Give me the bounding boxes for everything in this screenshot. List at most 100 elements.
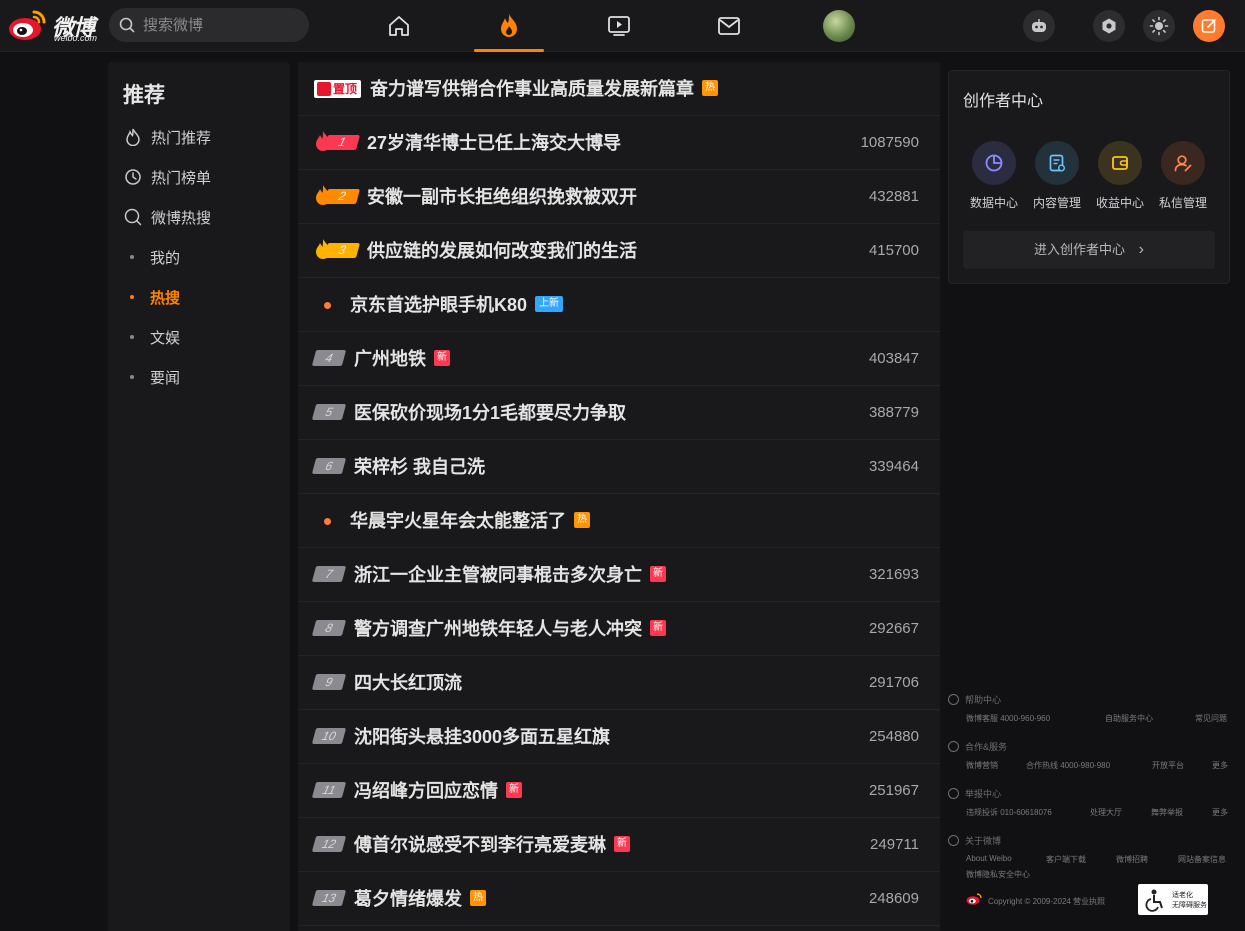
settings-button[interactable] xyxy=(1093,10,1125,42)
footer-link[interactable]: 舞弊举报 xyxy=(1151,807,1183,818)
hot-list-row[interactable]: 11 冯绍峰方回应恋情新 251967 xyxy=(298,764,940,818)
nav-hot-button[interactable] xyxy=(474,0,544,52)
hot-list-row[interactable]: 华晨宇火星年会太能整活了热 xyxy=(298,494,940,548)
theme-toggle-button[interactable] xyxy=(1143,10,1175,42)
compose-button[interactable] xyxy=(1193,10,1225,42)
footer-link[interactable]: 客户端下载 xyxy=(1046,854,1086,865)
footer-link[interactable]: 自助服务中心 xyxy=(1105,713,1153,724)
hot-item-title[interactable]: 沈阳街头悬挂3000多面五星红旗 xyxy=(354,710,610,764)
weibo-logo[interactable]: 微博 weibo.com xyxy=(8,6,98,44)
hot-item-title[interactable]: 荣梓杉 我自己洗 xyxy=(354,440,485,494)
hot-item-title[interactable]: 傅首尔说感受不到李行亮爱麦琳新 xyxy=(354,818,630,872)
hot-list-row[interactable]: 13 葛夕情绪爆发热 248609 xyxy=(298,872,940,926)
ai-assistant-button[interactable] xyxy=(1023,10,1055,42)
hot-item-title[interactable]: 浙江一企业主管被同事棍击多次身亡新 xyxy=(354,548,666,602)
hot-item-title[interactable]: 安徽一副市长拒绝组织挽救被双开 xyxy=(367,170,637,224)
sidebar-sub-news[interactable]: 要闻 xyxy=(130,365,180,389)
hot-item-title[interactable]: 京东首选护眼手机K80 上新 xyxy=(350,278,564,332)
flame-icon xyxy=(123,127,143,147)
hot-list-row[interactable]: 3 供应链的发展如何改变我们的生活 415700 xyxy=(298,224,940,278)
footer-link[interactable]: About Weibo xyxy=(966,854,1012,863)
hot-list-row[interactable]: 4 广州地铁新 403847 xyxy=(298,332,940,386)
promo-dot xyxy=(324,518,331,525)
hot-list-row[interactable]: 9 四大长红顶流 291706 xyxy=(298,656,940,710)
creator-center-panel: 创作者中心 数据中心 内容管理 收益中心 私信管理 进入创作者中心 › xyxy=(948,70,1230,284)
hot-item-title[interactable]: 四大长红顶流 xyxy=(354,656,462,710)
footer-link[interactable]: 合作热线 4000-980-980 xyxy=(1026,760,1110,771)
enter-creator-center-button[interactable]: 进入创作者中心 › xyxy=(963,231,1215,269)
hot-list-row[interactable]: 7 浙江一企业主管被同事棍击多次身亡新 321693 xyxy=(298,548,940,602)
footer-link[interactable]: 处理大厅 xyxy=(1090,807,1122,818)
footer-link[interactable]: 常见问题 xyxy=(1195,713,1227,724)
hot-list-row[interactable]: 8 警方调查广州地铁年轻人与老人冲突新 292667 xyxy=(298,602,940,656)
bullet-dot xyxy=(130,295,134,299)
pin-icon xyxy=(317,82,331,96)
nav-video-button[interactable] xyxy=(584,0,654,52)
rank-badge: 13 xyxy=(311,890,347,906)
info-icon xyxy=(948,834,959,846)
hot-item-title[interactable]: 奋力谱写供销合作事业高质量发展新篇章热 xyxy=(370,62,718,116)
hot-tag: 热 xyxy=(702,80,718,97)
hot-item-title[interactable]: 27岁清华博士已任上海交大博导 xyxy=(367,116,621,170)
footer-cooperation-heading: 合作&服务 xyxy=(948,739,1007,753)
creator-content-manage[interactable]: 内容管理 xyxy=(1027,141,1087,211)
hot-item-title[interactable]: 供应链的发展如何改变我们的生活 xyxy=(367,224,637,278)
creator-revenue-center[interactable]: 收益中心 xyxy=(1090,141,1150,211)
hot-item-title[interactable]: 冯绍峰方回应恋情新 xyxy=(354,764,522,818)
hot-list-row[interactable]: 6 荣梓杉 我自己洗 339464 xyxy=(298,440,940,494)
hot-item-title[interactable]: 广州地铁新 xyxy=(354,332,450,386)
search-box[interactable] xyxy=(109,8,309,42)
hot-list-row[interactable]: 1 27岁清华博士已任上海交大博导 1087590 xyxy=(298,116,940,170)
home-icon xyxy=(389,16,409,36)
sidebar-sub-mine[interactable]: 我的 xyxy=(130,245,180,269)
hot-item-title[interactable]: 葛夕情绪爆发热 xyxy=(354,872,486,926)
hot-list-pinned-row[interactable]: 置顶 奋力谱写供销合作事业高质量发展新篇章热 xyxy=(298,62,940,116)
rank-badge: 1 xyxy=(314,130,361,152)
nav-home-button[interactable] xyxy=(364,0,434,52)
footer-link[interactable]: 更多 xyxy=(1212,760,1228,771)
mail-icon xyxy=(718,17,740,35)
hot-item-title[interactable]: 华晨宇火星年会太能整活了热 xyxy=(350,494,590,548)
nav-profile-button[interactable] xyxy=(804,0,874,52)
creator-data-center[interactable]: 数据中心 xyxy=(964,141,1024,211)
footer-link[interactable]: 网站备案信息 xyxy=(1178,854,1226,865)
footer-link[interactable]: 更多 xyxy=(1212,807,1228,818)
video-icon xyxy=(608,16,630,36)
hot-list-row[interactable]: 10 沈阳街头悬挂3000多面五星红旗 254880 xyxy=(298,710,940,764)
accessibility-icon xyxy=(1145,889,1163,912)
footer-link[interactable]: 开放平台 xyxy=(1152,760,1184,771)
creator-message-manage[interactable]: 私信管理 xyxy=(1153,141,1213,211)
hot-list-row[interactable]: 2 安徽一副市长拒绝组织挽救被双开 432881 xyxy=(298,170,940,224)
rank-badge: 12 xyxy=(311,836,347,852)
accessibility-service-badge[interactable]: 适老化 无障碍服务 xyxy=(1138,884,1208,915)
bullet-dot xyxy=(130,335,134,339)
hot-list-row[interactable]: 京东首选护眼手机K80 上新 xyxy=(298,278,940,332)
hot-tag: 热 xyxy=(574,512,590,529)
sidebar-item-weibo-hot-search[interactable]: 微博热搜 xyxy=(123,205,211,229)
bullet-dot xyxy=(130,255,134,259)
hot-item-title[interactable]: 警方调查广州地铁年轻人与老人冲突新 xyxy=(354,602,666,656)
hot-list-row[interactable]: 12 傅首尔说感受不到李行亮爱麦琳新 249711 xyxy=(298,818,940,872)
hot-count: 249711 xyxy=(870,836,919,853)
nav-message-button[interactable] xyxy=(694,0,764,52)
hot-count: 1087590 xyxy=(860,134,919,151)
new-tag: 新 xyxy=(650,620,666,637)
sidebar-item-hot-ranking[interactable]: 热门榜单 xyxy=(123,165,211,189)
sidebar-item-hot-recommend[interactable]: 热门推荐 xyxy=(123,125,211,149)
alert-icon xyxy=(948,787,959,799)
sidebar-sub-entertainment[interactable]: 文娱 xyxy=(130,325,180,349)
footer-link[interactable]: 微博营销 xyxy=(966,760,998,771)
footer-link[interactable]: 微博客服 4000-960-960 xyxy=(966,713,1050,724)
rank-badge: 2 xyxy=(314,184,361,206)
rank-badge: 5 xyxy=(311,404,347,420)
rank-badge: 6 xyxy=(311,458,347,474)
footer-link[interactable]: 微博隐私安全中心 xyxy=(966,869,1030,880)
hot-list-row[interactable]: 5 医保砍价现场1分1毛都要尽力争取 388779 xyxy=(298,386,940,440)
search-input[interactable] xyxy=(143,8,303,42)
search-hot-icon xyxy=(123,207,143,227)
pinned-badge: 置顶 xyxy=(314,80,361,98)
footer-link[interactable]: 违规投诉 010-60618076 xyxy=(966,807,1052,818)
hot-item-title[interactable]: 医保砍价现场1分1毛都要尽力争取 xyxy=(354,386,626,440)
sidebar-sub-hot-search[interactable]: 热搜 xyxy=(130,285,180,309)
footer-link[interactable]: 微博招聘 xyxy=(1116,854,1148,865)
